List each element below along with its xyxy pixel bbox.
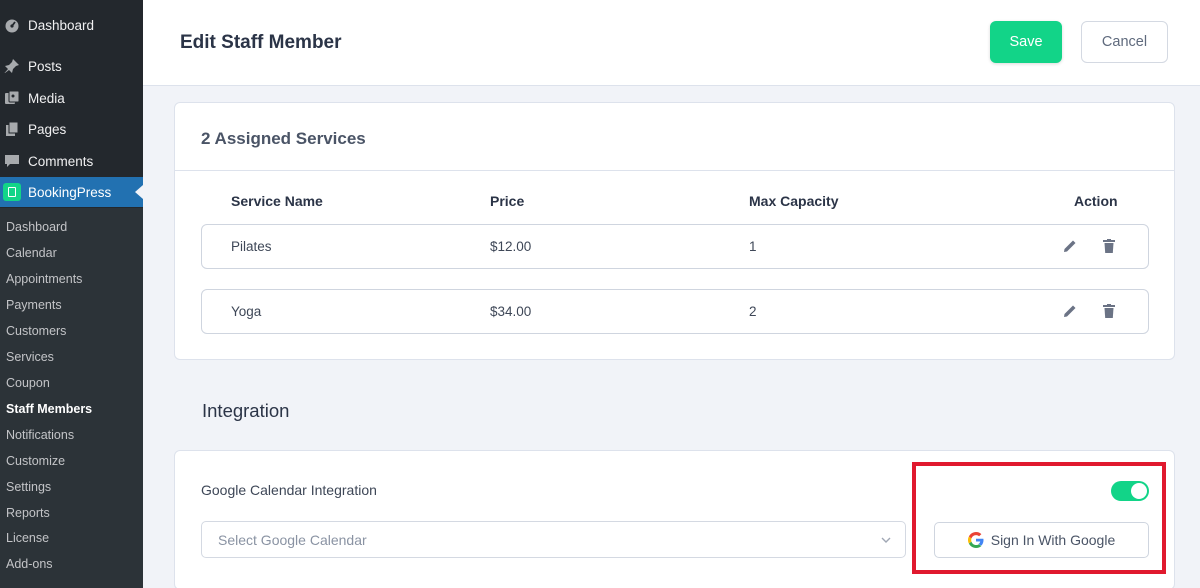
column-header-action: Action	[1074, 193, 1118, 209]
pages-icon	[4, 121, 20, 137]
dashboard-icon	[4, 17, 20, 33]
table-row: Pilates $12.00 1	[201, 224, 1149, 269]
submenu-item-appointments[interactable]: Appointments	[6, 272, 82, 286]
google-calendar-integration-label: Google Calendar Integration	[201, 482, 377, 498]
page-title: Edit Staff Member	[180, 32, 342, 53]
menu-label: Pages	[28, 121, 67, 137]
chevron-down-icon	[879, 533, 893, 547]
column-header-price: Price	[490, 193, 525, 209]
integration-card: Google Calendar Integration Select Googl…	[174, 450, 1175, 588]
menu-item-dashboard[interactable]: Dashboard	[0, 10, 143, 40]
column-header-max-capacity: Max Capacity	[749, 193, 839, 209]
menu-item-bookingpress[interactable]: BookingPress	[0, 177, 143, 207]
submenu-item-coupon[interactable]: Coupon	[6, 376, 50, 390]
media-icon	[4, 90, 20, 106]
submenu-item-reports[interactable]: Reports	[6, 506, 50, 520]
submenu-item-calendar[interactable]: Calendar	[6, 246, 57, 260]
admin-sidebar: Dashboard Posts Media Pages Comments Boo…	[0, 0, 143, 588]
menu-item-pages[interactable]: Pages	[0, 114, 143, 144]
google-icon	[967, 532, 984, 548]
bookingpress-submenu: Dashboard Calendar Appointments Payments…	[0, 208, 143, 588]
submenu-item-settings[interactable]: Settings	[6, 480, 51, 494]
page-header: Edit Staff Member Save Cancel	[143, 0, 1200, 86]
assigned-services-card: 2 Assigned Services Service Name Price M…	[174, 102, 1175, 360]
toggle-knob	[1131, 483, 1147, 499]
active-arrow	[135, 185, 143, 199]
menu-label: BookingPress	[28, 184, 112, 200]
assigned-services-title: 2 Assigned Services	[201, 129, 366, 148]
submenu-item-payments[interactable]: Payments	[6, 298, 62, 312]
submenu-item-customize[interactable]: Customize	[6, 454, 65, 468]
google-calendar-toggle[interactable]	[1111, 481, 1149, 501]
integration-heading: Integration	[202, 400, 290, 421]
delete-icon[interactable]	[1100, 302, 1118, 320]
service-capacity: 1	[749, 239, 757, 254]
divider	[175, 170, 1174, 171]
service-capacity: 2	[749, 304, 757, 319]
menu-item-media[interactable]: Media	[0, 83, 143, 113]
cancel-button[interactable]: Cancel	[1081, 21, 1168, 63]
menu-label: Posts	[28, 58, 62, 74]
delete-icon[interactable]	[1100, 237, 1118, 255]
service-price: $34.00	[490, 304, 532, 319]
menu-item-posts[interactable]: Posts	[0, 51, 143, 81]
menu-label: Comments	[28, 153, 94, 169]
sign-in-label: Sign In With Google	[990, 532, 1116, 548]
sign-in-with-google-button[interactable]: Sign In With Google	[934, 522, 1149, 558]
comment-icon	[4, 153, 20, 169]
bookingpress-icon	[3, 183, 21, 201]
service-name: Pilates	[231, 239, 272, 254]
submenu-item-notifications[interactable]: Notifications	[6, 428, 74, 442]
edit-icon[interactable]	[1061, 302, 1079, 320]
service-name: Yoga	[231, 304, 262, 319]
select-placeholder: Select Google Calendar	[218, 532, 367, 548]
table-row: Yoga $34.00 2	[201, 289, 1149, 334]
google-calendar-select[interactable]: Select Google Calendar	[201, 521, 906, 558]
save-button[interactable]: Save	[990, 21, 1062, 63]
submenu-item-customers[interactable]: Customers	[6, 324, 66, 338]
pin-icon	[4, 58, 20, 74]
submenu-item-staff-members[interactable]: Staff Members	[6, 402, 92, 416]
submenu-item-license[interactable]: License	[6, 531, 49, 545]
edit-icon[interactable]	[1061, 237, 1079, 255]
submenu-item-add-ons[interactable]: Add-ons	[6, 557, 53, 571]
column-header-service-name: Service Name	[231, 193, 323, 209]
menu-item-comments[interactable]: Comments	[0, 146, 143, 176]
menu-label: Media	[28, 90, 65, 106]
submenu-item-dashboard[interactable]: Dashboard	[6, 220, 67, 234]
menu-label: Dashboard	[28, 17, 95, 33]
submenu-item-services[interactable]: Services	[6, 350, 54, 364]
service-price: $12.00	[490, 239, 532, 254]
